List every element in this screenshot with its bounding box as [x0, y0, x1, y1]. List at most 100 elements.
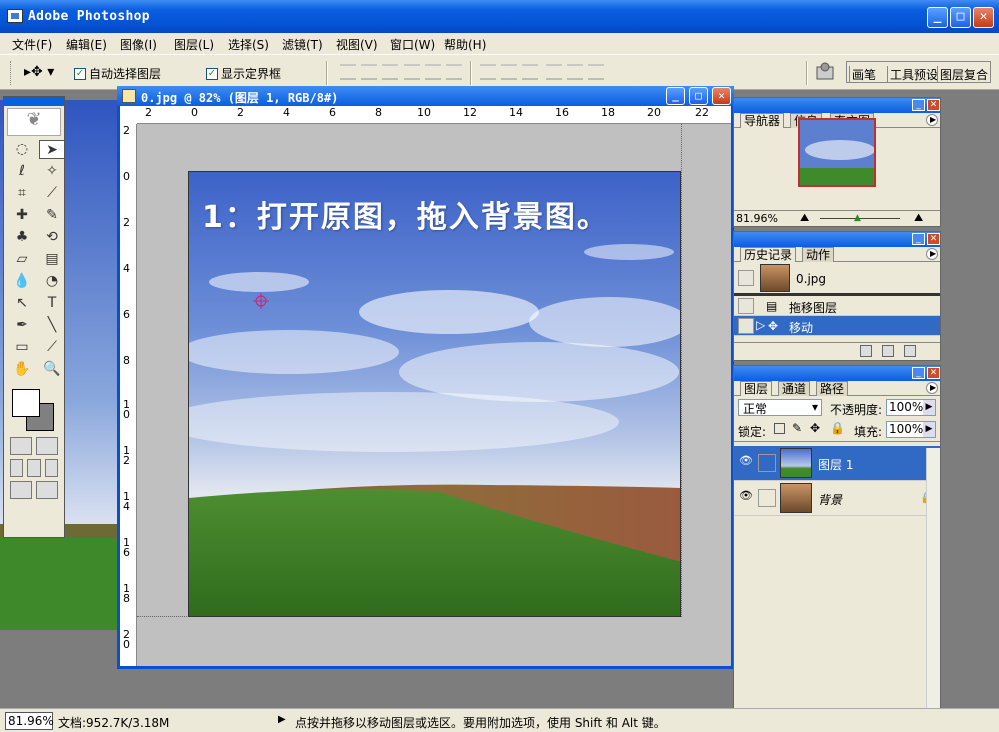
palette-menu-icon[interactable]: ▶ — [926, 248, 938, 260]
tab-actions[interactable]: 动作 — [802, 247, 835, 262]
history-brush-source-icon[interactable] — [738, 270, 754, 286]
distribute-left-icon[interactable] — [546, 64, 562, 80]
distribute-bottom-icon[interactable] — [522, 64, 538, 80]
line-tool-icon[interactable]: ╲ — [39, 316, 65, 335]
foreground-color[interactable] — [12, 389, 40, 417]
close-button[interactable]: ✕ — [973, 7, 994, 28]
adobe-feather-logo[interactable]: ❦ — [7, 108, 61, 136]
menu-image[interactable]: 图像(I) — [120, 36, 157, 53]
new-document-from-state-icon[interactable] — [860, 345, 872, 357]
pasteboard[interactable]: 1：打开原图，拖入背景图。 — [137, 124, 731, 666]
jump-to-imageready-icon[interactable] — [10, 481, 32, 499]
layer-row[interactable]: 👁 背景 🔒 — [734, 481, 940, 516]
auto-select-layer-checkbox[interactable]: ✓ 自动选择图层 — [74, 65, 161, 82]
palette-well-tab-layer-comps[interactable]: 图层复合 — [937, 66, 988, 83]
eye-icon[interactable]: 👁 — [737, 489, 755, 507]
menu-help[interactable]: 帮助(H) — [444, 36, 486, 53]
file-browser-icon[interactable] — [814, 61, 836, 81]
eye-icon[interactable]: 👁 — [737, 454, 755, 472]
palette-close-icon[interactable]: ✕ — [927, 99, 940, 111]
marquee-tool-icon[interactable]: ◌ — [9, 140, 35, 159]
tab-navigator[interactable]: 导航器 — [740, 113, 785, 128]
brush-icon[interactable] — [758, 454, 776, 472]
tab-layers[interactable]: 图层 — [740, 381, 773, 396]
doc-maximize-button[interactable]: □ — [689, 87, 708, 105]
history-brush-source-icon[interactable] — [738, 298, 754, 314]
layers-header[interactable]: _ ✕ — [734, 366, 940, 381]
checkbox-box[interactable]: ✓ — [206, 67, 218, 80]
fill-field[interactable]: 100% ▶ — [886, 421, 936, 438]
history-item[interactable]: ▤ 拖移图层 — [734, 296, 940, 316]
menu-layer[interactable]: 图层(L) — [174, 36, 214, 53]
eyedropper-tool-icon[interactable]: ⟋ — [39, 338, 65, 357]
lock-position-icon[interactable]: ✥ — [810, 421, 820, 435]
lock-transparency-icon[interactable] — [774, 423, 785, 434]
distribute-right-icon[interactable] — [588, 64, 604, 80]
move-tool-icon[interactable]: ➤ — [39, 140, 65, 159]
palette-close-icon[interactable]: ✕ — [927, 233, 940, 245]
palette-menu-icon[interactable]: ▶ — [926, 382, 938, 394]
fill-slider-arrow-icon[interactable]: ▶ — [923, 422, 935, 437]
align-left-icon[interactable] — [404, 64, 420, 80]
crop-tool-icon[interactable]: ⌗ — [9, 184, 35, 203]
dodge-tool-icon[interactable]: ◔ — [39, 272, 65, 291]
palette-minimize-icon[interactable]: _ — [912, 99, 925, 111]
menu-file[interactable]: 文件(F) — [12, 36, 52, 53]
history-snapshot[interactable]: 0.jpg — [734, 262, 940, 296]
layers-scrollbar[interactable] — [926, 448, 940, 708]
zoom-out-icon[interactable]: ⛰ — [800, 211, 809, 225]
tab-paths[interactable]: 路径 — [816, 381, 849, 396]
opacity-slider-arrow-icon[interactable]: ▶ — [923, 400, 935, 415]
doc-minimize-button[interactable]: _ — [666, 87, 685, 105]
quick-mask-mode-icon[interactable] — [36, 437, 58, 455]
brush-tool-icon[interactable]: ✎ — [39, 206, 65, 225]
move-tool-preset-icon[interactable]: ▸✥ ▾ — [24, 64, 54, 80]
distribute-vcenter-icon[interactable] — [501, 64, 517, 80]
navigator-header[interactable]: _ ✕ — [734, 98, 940, 113]
show-bounding-box-checkbox[interactable]: ✓ 显示定界框 — [206, 65, 281, 82]
clone-stamp-tool-icon[interactable]: ♣ — [9, 228, 35, 247]
screen-mode-full-icon[interactable] — [44, 459, 58, 477]
palette-well-tab-brushes[interactable]: 画笔 — [849, 66, 876, 83]
lock-paint-icon[interactable]: ✎ — [792, 421, 802, 435]
zoom-in-icon[interactable]: ⛰ — [914, 211, 923, 225]
status-zoom-field[interactable]: 81.96% — [5, 712, 54, 730]
blur-tool-icon[interactable]: 💧 — [9, 272, 35, 291]
checkbox-box[interactable]: ✓ — [74, 67, 86, 80]
lock-all-icon[interactable]: 🔒 — [830, 421, 845, 435]
menu-select[interactable]: 选择(S) — [228, 36, 269, 53]
tab-history[interactable]: 历史记录 — [740, 247, 797, 262]
navigator-zoom-value[interactable]: 81.96% — [736, 212, 778, 225]
slice-tool-icon[interactable]: ⟋ — [39, 184, 65, 203]
horizontal-ruler[interactable]: 2 0 2 4 6 8 10 12 14 16 18 20 22 — [137, 106, 731, 124]
menu-edit[interactable]: 编辑(E) — [66, 36, 107, 53]
history-state-slider-icon[interactable]: ▷ — [756, 318, 765, 332]
menu-window[interactable]: 窗口(W) — [390, 36, 435, 53]
align-right-icon[interactable] — [446, 64, 462, 80]
align-hcenter-icon[interactable] — [425, 64, 441, 80]
status-menu-arrow-icon[interactable]: ▶ — [278, 714, 286, 725]
link-slot[interactable] — [758, 489, 776, 507]
doc-close-button[interactable]: ✕ — [712, 87, 731, 105]
palette-well-tab-tool-presets[interactable]: 工具预设 — [887, 66, 938, 83]
edit-in-imageready-icon[interactable] — [36, 481, 58, 499]
document-title-bar[interactable]: 0.jpg @ 82% (图层 1, RGB/8#) _ □ ✕ — [117, 86, 734, 106]
history-brush-tool-icon[interactable]: ⟲ — [39, 228, 65, 247]
align-bottom-icon[interactable] — [382, 64, 398, 80]
path-selection-tool-icon[interactable]: ↖ — [9, 294, 35, 313]
palette-minimize-icon[interactable]: _ — [912, 233, 925, 245]
zoom-slider-thumb[interactable]: ▲ — [854, 213, 861, 223]
opacity-field[interactable]: 100% ▶ — [886, 399, 936, 416]
distribute-hcenter-icon[interactable] — [567, 64, 583, 80]
palette-close-icon[interactable]: ✕ — [927, 367, 940, 379]
screen-mode-standard-icon[interactable] — [10, 459, 24, 477]
image-canvas[interactable]: 1：打开原图，拖入背景图。 — [188, 171, 681, 617]
hand-tool-icon[interactable]: ✋ — [9, 360, 35, 379]
healing-brush-tool-icon[interactable]: ✚ — [9, 206, 35, 225]
history-header[interactable]: _ ✕ — [734, 232, 940, 247]
distribute-top-icon[interactable] — [480, 64, 496, 80]
blend-mode-select[interactable]: 正常 ▾ — [738, 399, 822, 416]
vertical-ruler[interactable]: 2 0 2 4 6 8 1 0 1 2 1 4 1 6 1 8 2 0 — [120, 124, 137, 666]
palette-minimize-icon[interactable]: _ — [912, 367, 925, 379]
delete-state-icon[interactable] — [904, 345, 916, 357]
